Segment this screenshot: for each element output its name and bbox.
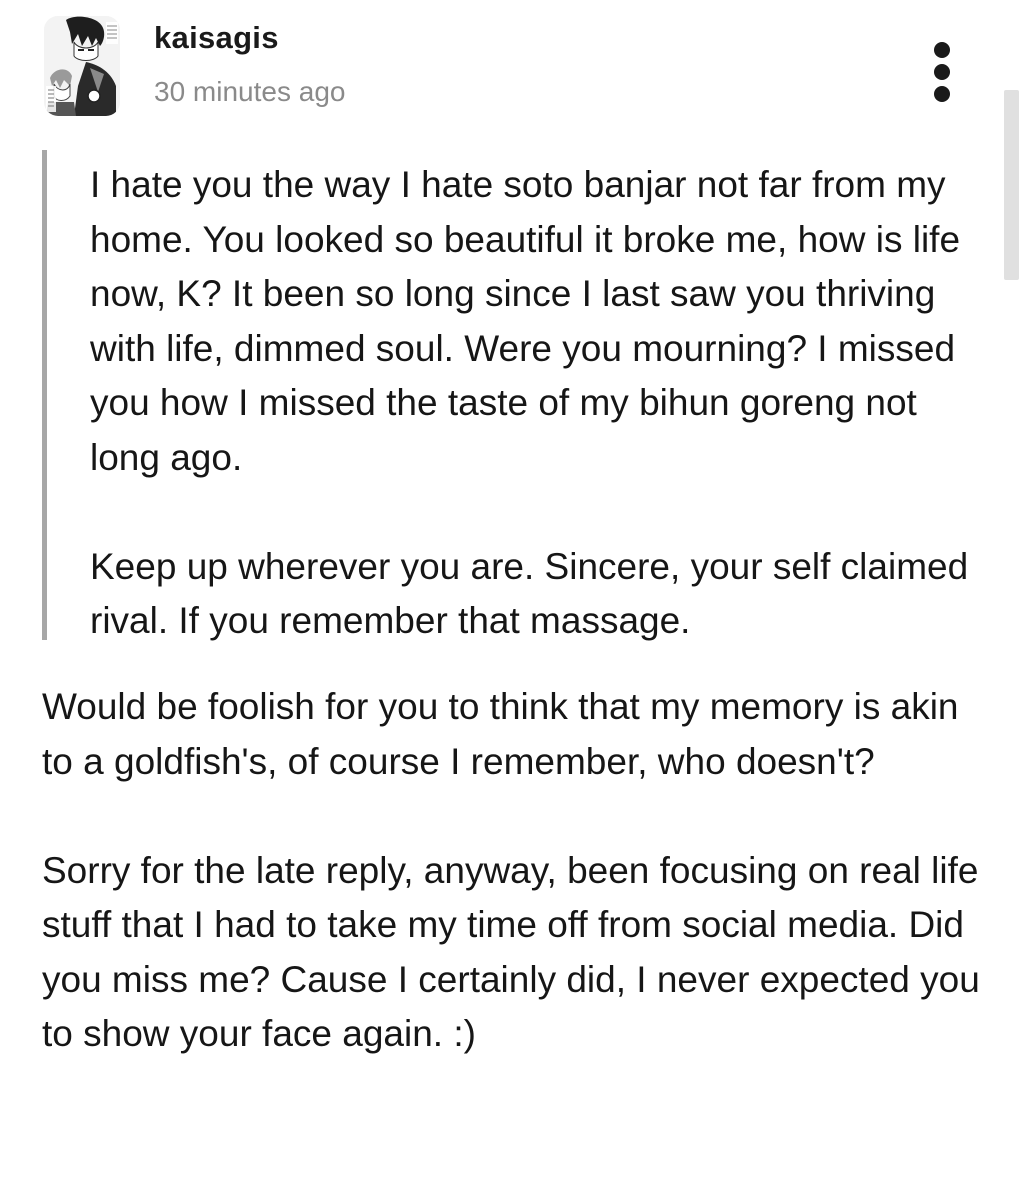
avatar-image-icon [44, 16, 120, 116]
avatar[interactable] [44, 16, 120, 116]
menu-dot [934, 86, 950, 102]
more-vertical-icon[interactable] [924, 36, 960, 102]
reply-paragraph: Would be foolish for you to think that m… [42, 686, 959, 782]
quoted-message: I hate you the way I hate soto banjar no… [42, 150, 987, 641]
username[interactable]: kaisagis [154, 20, 279, 56]
menu-dot [934, 42, 950, 58]
reply-paragraph: Sorry for the late reply, anyway, been f… [42, 849, 980, 1055]
quoted-paragraph: I hate you the way I hate soto banjar no… [90, 164, 961, 478]
post-header: kaisagis 30 minutes ago [44, 16, 1019, 120]
post-timestamp: 30 minutes ago [154, 76, 346, 107]
quoted-paragraph: Keep up wherever you are. Sincere, your … [90, 545, 969, 642]
scrollbar[interactable] [1004, 90, 1019, 280]
reply-body: Would be foolish for you to think that m… [42, 680, 982, 1062]
menu-dot [934, 64, 950, 80]
post-card: kaisagis 30 minutes ago I hate you the w… [0, 0, 1019, 1200]
quoted-message-text: I hate you the way I hate soto banjar no… [90, 158, 990, 649]
